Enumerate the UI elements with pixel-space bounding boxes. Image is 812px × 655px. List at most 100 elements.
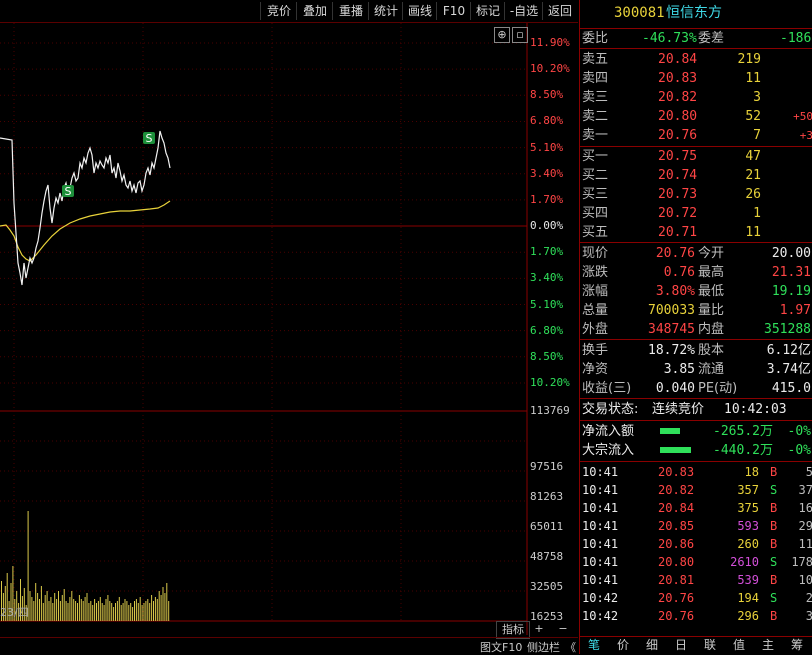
volume-bar bbox=[151, 595, 153, 621]
bid-volume: 47 bbox=[745, 149, 761, 164]
ask-level-row[interactable]: 卖一 20.76 7 +3 bbox=[580, 126, 812, 145]
toolbar-button-back[interactable]: 返回 bbox=[542, 2, 577, 20]
tick-count: 16 bbox=[798, 501, 812, 515]
tick-row[interactable]: 10:41 20.83 18 B 5 bbox=[580, 463, 812, 481]
tick-row[interactable]: 10:42 20.76 296 B 3 bbox=[580, 607, 812, 625]
stat-label: 涨幅 bbox=[582, 284, 609, 299]
tick-row[interactable]: 10:41 20.84 375 B 16 bbox=[580, 499, 812, 517]
order-ratio-label: 委比 bbox=[582, 31, 609, 46]
tick-side: B bbox=[770, 537, 778, 551]
toolbar-button-overlay[interactable]: 叠加 bbox=[296, 2, 333, 20]
bid-level-row[interactable]: 买五 20.71 11 bbox=[580, 223, 812, 242]
bid-level-label: 买三 bbox=[582, 187, 609, 202]
toolbar-button-draw-line[interactable]: 画线 bbox=[402, 2, 437, 20]
bid-level-row[interactable]: 买三 20.73 26 bbox=[580, 185, 812, 204]
price-line bbox=[0, 130, 171, 286]
fundamental-label: 换手 bbox=[582, 343, 609, 358]
volume-bar bbox=[75, 601, 77, 621]
bottom-tab[interactable]: 日 bbox=[667, 637, 695, 654]
settings-icon[interactable]: ⊕ bbox=[494, 27, 510, 43]
volume-bar bbox=[56, 599, 58, 621]
bottom-tab[interactable]: 价 bbox=[609, 637, 637, 654]
ask-level-row[interactable]: 卖四 20.83 11 bbox=[580, 69, 812, 88]
ask-level-row[interactable]: 卖三 20.82 3 bbox=[580, 88, 812, 107]
stat-label: 总量 bbox=[582, 303, 609, 318]
bid-price: 20.74 bbox=[658, 168, 698, 183]
toolbar-button-remove-favorite[interactable]: -自选 bbox=[504, 2, 543, 20]
volume-bar bbox=[54, 593, 56, 621]
volume-bar bbox=[39, 599, 40, 621]
tick-row[interactable]: 10:42 20.76 194 S 2 bbox=[580, 589, 812, 607]
volume-bar bbox=[71, 591, 73, 621]
graphic-f10-link[interactable]: 图文F10 bbox=[480, 639, 522, 655]
toolbar-button-statistics[interactable]: 统计 bbox=[368, 2, 403, 20]
volume-bar bbox=[116, 601, 118, 621]
volume-bar bbox=[141, 605, 143, 621]
toolbar-button-auction[interactable]: 竞价 bbox=[260, 2, 297, 20]
volume-axis-label: 48758 bbox=[530, 550, 564, 563]
chart-grid bbox=[0, 23, 528, 635]
tick-row[interactable]: 10:41 20.81 539 B 10 bbox=[580, 571, 812, 589]
bid-level-row[interactable]: 买二 20.74 21 bbox=[580, 166, 812, 185]
quote-panel: 300081 恒信东方 委比 -46.73% 委差 -186 卖五 20.84 21… bbox=[579, 0, 812, 654]
tick-row[interactable]: 10:41 20.82 357 S 37 bbox=[580, 481, 812, 499]
bottom-tab[interactable]: 筹 bbox=[783, 637, 811, 654]
volume-axis-label: 113769 bbox=[530, 404, 570, 417]
bottom-tab[interactable]: 笔 bbox=[580, 637, 608, 654]
bottom-tab[interactable]: 联 bbox=[696, 637, 724, 654]
bid-price: 20.71 bbox=[658, 225, 698, 240]
zoom-in-button[interactable]: + bbox=[530, 621, 548, 637]
tick-price: 20.76 bbox=[658, 609, 695, 623]
sidebar-toggle[interactable]: 侧边栏 bbox=[527, 639, 560, 655]
toolbar-button-mark[interactable]: 标记 bbox=[470, 2, 505, 20]
bottom-tab[interactable]: 主 bbox=[754, 637, 782, 654]
bid-level-row[interactable]: 买一 20.75 47 bbox=[580, 147, 812, 166]
price-axis-label: 0.00% bbox=[530, 219, 564, 233]
volume-bar bbox=[115, 603, 116, 621]
svg-text:S: S bbox=[146, 132, 153, 145]
tick-row[interactable]: 10:41 20.85 593 B 29 bbox=[580, 517, 812, 535]
bid-volume: 21 bbox=[745, 168, 761, 183]
tick-row[interactable]: 10:41 20.86 260 B 11 bbox=[580, 535, 812, 553]
toolbar-button-f10[interactable]: F10 bbox=[436, 2, 471, 20]
volume-bar bbox=[59, 601, 61, 621]
zoom-out-button[interactable]: − bbox=[554, 621, 572, 637]
collapse-arrows-icon[interactable]: 《 bbox=[565, 639, 576, 655]
price-axis-label: 6.80% bbox=[530, 323, 564, 337]
stat-label: 量比 bbox=[698, 303, 725, 318]
toolbar-button-replay[interactable]: 重播 bbox=[332, 2, 369, 20]
ask-price: 20.80 bbox=[658, 109, 698, 124]
tick-side: S bbox=[770, 555, 778, 569]
sell-marker-1: S bbox=[62, 185, 74, 198]
fundamental-value: 3.85 bbox=[663, 362, 695, 377]
tick-side: B bbox=[770, 609, 778, 623]
tick-volume: 357 bbox=[737, 483, 759, 497]
tick-side: S bbox=[770, 591, 778, 605]
price-axis-label: 5.10% bbox=[530, 297, 564, 311]
ask-level-label: 卖四 bbox=[582, 71, 609, 86]
tick-side: B bbox=[770, 519, 778, 533]
bid-level-row[interactable]: 买四 20.72 1 bbox=[580, 204, 812, 223]
ask-level-row[interactable]: 卖五 20.84 219 bbox=[580, 50, 812, 69]
tick-count: 37 bbox=[798, 483, 812, 497]
tick-price: 20.83 bbox=[658, 465, 695, 479]
price-axis-label: 1.70% bbox=[530, 192, 564, 206]
price-axis-label: 8.50% bbox=[530, 88, 564, 102]
fundamental-label: 股本 bbox=[698, 343, 725, 358]
price-axis-label: 6.80% bbox=[530, 114, 564, 128]
tick-volume: 194 bbox=[737, 591, 759, 605]
ask-level-row[interactable]: 卖二 20.80 52 +50 bbox=[580, 107, 812, 126]
stat-value: 0.76 bbox=[663, 265, 695, 280]
fund-flow-row: 净流入额 -265.2万 -0% bbox=[580, 422, 812, 441]
window-toggle-icon[interactable]: ▫ bbox=[512, 27, 528, 43]
intraday-chart[interactable]: SS bbox=[0, 23, 578, 635]
bottom-tab[interactable]: 细 bbox=[638, 637, 666, 654]
stat-row: 外盘 348745 内盘 351288 bbox=[580, 320, 812, 339]
bottom-tab[interactable]: 值 bbox=[725, 637, 753, 654]
stock-header: 300081 恒信东方 bbox=[580, 4, 812, 26]
bid-level-label: 买五 bbox=[582, 225, 609, 240]
volume-bar bbox=[132, 607, 134, 621]
order-ratio-value: -46.73% bbox=[642, 31, 697, 46]
tick-row[interactable]: 10:41 20.80 2610 S 178 bbox=[580, 553, 812, 571]
tick-price: 20.84 bbox=[658, 501, 695, 515]
